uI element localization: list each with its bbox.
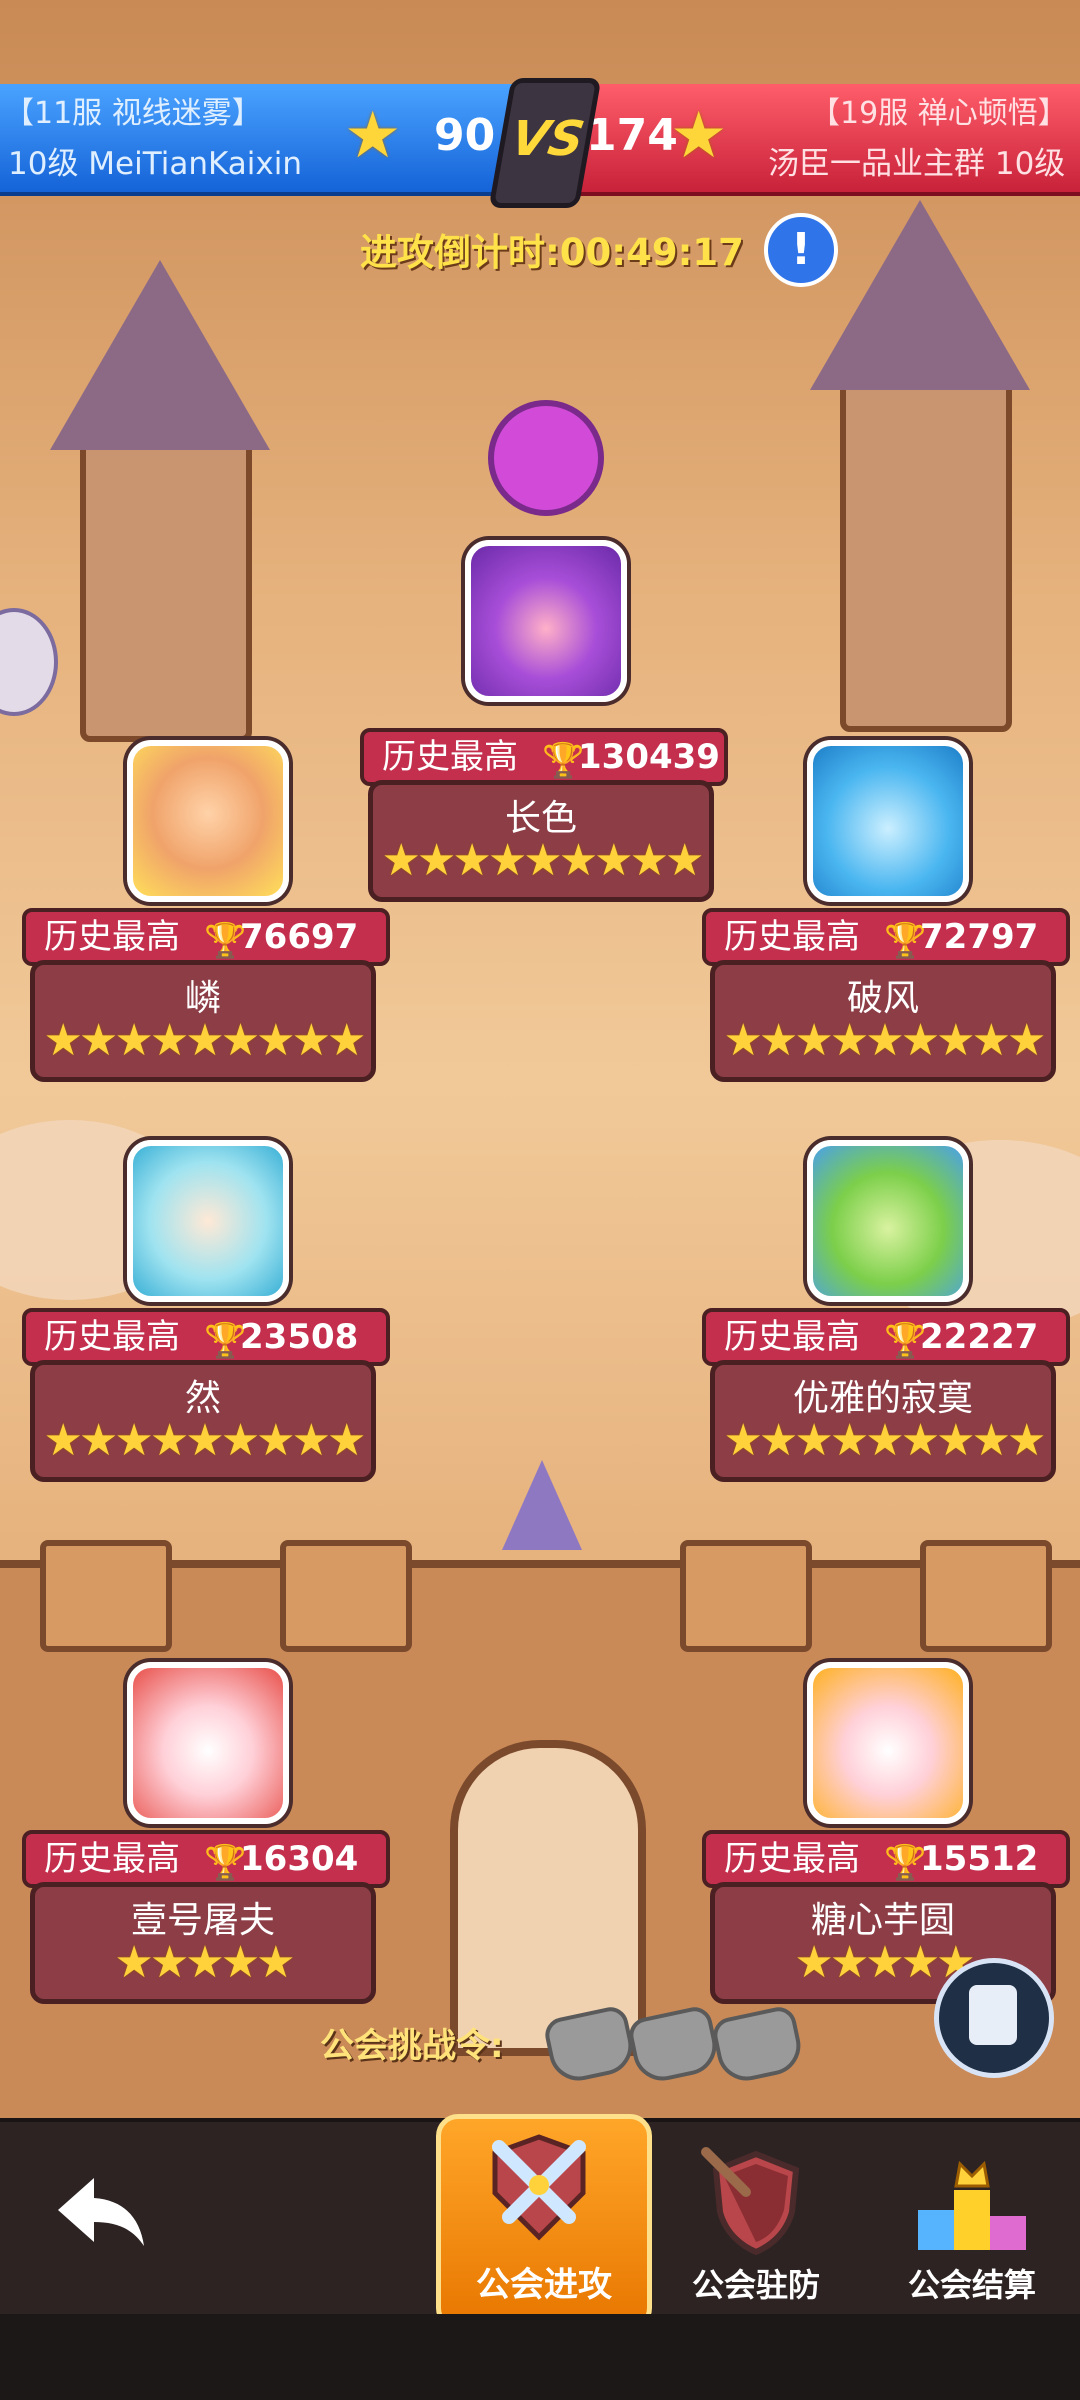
player-info-panel: 破风 ★★★★★★★★★	[710, 960, 1056, 1082]
best-score-label: 历史最高	[724, 1317, 860, 1357]
star-rating: ★★★★★★★★★	[43, 1015, 366, 1066]
left-team-panel: 【11服 视线迷雾】 10级 MeiTianKaixin ★ 90	[0, 84, 540, 196]
player-name: 长色	[504, 798, 577, 839]
player-info-panel: 壹号屠夫 ★★★★★	[30, 1882, 376, 2004]
best-score-label: 历史最高	[44, 917, 180, 957]
tab-guild-attack[interactable]: 公会进攻	[436, 2114, 652, 2330]
player-info-panel: 优雅的寂寞 ★★★★★★★★★	[710, 1360, 1056, 1482]
tab-label: 公会结算	[907, 2266, 1036, 2304]
left-score: 90	[434, 110, 496, 161]
bg-roof-right	[810, 200, 1030, 390]
best-score-header: 历史最高 🏆 23508	[22, 1308, 390, 1366]
star-rating: ★★★★★★★★★	[723, 1015, 1046, 1066]
side-tab-button[interactable]	[0, 608, 58, 716]
player-name: 嶙	[184, 978, 221, 1019]
system-nav-bar	[0, 2314, 1080, 2400]
star-rating: ★★★★★★★★★	[43, 1415, 366, 1466]
best-score-value: 22227	[920, 1317, 1039, 1357]
best-score-header: 历史最高 🏆 72797	[702, 908, 1070, 966]
star-rating: ★★★★★★★★★	[381, 835, 704, 886]
right-player-label: 汤臣一品业主群 10级	[768, 146, 1066, 182]
player-name: 壹号屠夫	[130, 1900, 275, 1941]
best-score-value: 16304	[240, 1839, 359, 1879]
player-name: 破风	[846, 978, 919, 1019]
best-score-label: 历史最高	[382, 737, 518, 777]
player-avatar	[127, 1140, 289, 1302]
bg-merlon	[280, 1540, 412, 1652]
best-score-label: 历史最高	[44, 1317, 180, 1357]
star-icon: ★	[670, 99, 728, 173]
player-name: 优雅的寂寞	[792, 1378, 973, 1419]
guild-challenge-label: 公会挑战令:	[320, 2026, 504, 2066]
player-info-panel: 嶙 ★★★★★★★★★	[30, 960, 376, 1082]
scroll-icon	[969, 1985, 1017, 2045]
best-score-value: 72797	[920, 917, 1039, 957]
star-icon: ★	[344, 99, 402, 173]
attack-countdown: 进攻倒计时:00:49:17	[360, 231, 744, 274]
player-avatar	[807, 1662, 969, 1824]
best-score-value: 23508	[240, 1317, 359, 1357]
shield-sword-icon	[701, 2147, 800, 2256]
right-server-label: 【19服 禅心顿悟】	[810, 96, 1068, 131]
best-score-label: 历史最高	[724, 917, 860, 957]
bg-roof-left	[50, 260, 270, 450]
scroll-log-button[interactable]	[934, 1958, 1054, 2078]
best-score-header: 历史最高 🏆 22227	[702, 1308, 1070, 1366]
best-score-header: 历史最高 🏆 130439	[360, 728, 728, 786]
star-rating: ★★★★★	[114, 1937, 295, 1988]
tab-guild-settlement[interactable]: 公会结算	[872, 2122, 1072, 2318]
bg-tower-right	[840, 380, 1012, 732]
bg-merlon	[920, 1540, 1052, 1652]
best-score-label: 历史最高	[724, 1839, 860, 1879]
right-team-panel: 174 ★ 【19服 禅心顿悟】 汤臣一品业主群 10级	[540, 84, 1080, 196]
vs-label: VS	[506, 111, 589, 167]
player-name: 然	[184, 1378, 221, 1419]
podium-icon	[918, 2160, 1026, 2250]
tab-label: 公会驻防	[691, 2266, 820, 2304]
versus-bar: 【11服 视线迷雾】 10级 MeiTianKaixin ★ 90 174 ★ …	[0, 78, 1080, 208]
player-avatar	[127, 1662, 289, 1824]
player-name: 糖心芋圆	[810, 1900, 955, 1941]
best-score-value: 15512	[920, 1839, 1039, 1879]
player-avatar	[807, 1140, 969, 1302]
bg-merlon	[680, 1540, 812, 1652]
left-server-label: 【11服 视线迷雾】	[4, 96, 262, 131]
left-player-label: 10级 MeiTianKaixin	[8, 146, 302, 182]
star-rating: ★★★★★★★★★	[723, 1415, 1046, 1466]
info-button[interactable]: !	[764, 213, 838, 287]
bg-gem	[488, 400, 604, 516]
player-info-panel: 然 ★★★★★★★★★	[30, 1360, 376, 1482]
back-arrow-icon[interactable]	[54, 2172, 148, 2252]
best-score-value: 76697	[240, 917, 359, 957]
best-score-value: 130439	[578, 737, 720, 777]
best-score-header: 历史最高 🏆 76697	[22, 908, 390, 966]
best-score-header: 历史最高 🏆 15512	[702, 1830, 1070, 1888]
bg-tower-left	[80, 430, 252, 742]
right-score: 174	[586, 110, 678, 161]
tab-label: 公会进攻	[476, 2265, 612, 2305]
bg-merlon	[40, 1540, 172, 1652]
best-score-header: 历史最高 🏆 16304	[22, 1830, 390, 1888]
bottom-tab-bar: 公会进攻 公会驻防 公会结算	[0, 2114, 1080, 2330]
crossed-swords-icon	[492, 2134, 586, 2241]
player-avatar	[807, 740, 969, 902]
best-score-label: 历史最高	[44, 1839, 180, 1879]
tab-guild-defense[interactable]: 公会驻防	[656, 2122, 856, 2318]
player-avatar	[465, 540, 627, 702]
player-avatar	[127, 740, 289, 902]
game-screen: 【11服 视线迷雾】 10级 MeiTianKaixin ★ 90 174 ★ …	[0, 0, 1080, 2400]
player-info-panel: 长色 ★★★★★★★★★	[368, 780, 714, 902]
bg-crystal	[502, 1460, 582, 1550]
